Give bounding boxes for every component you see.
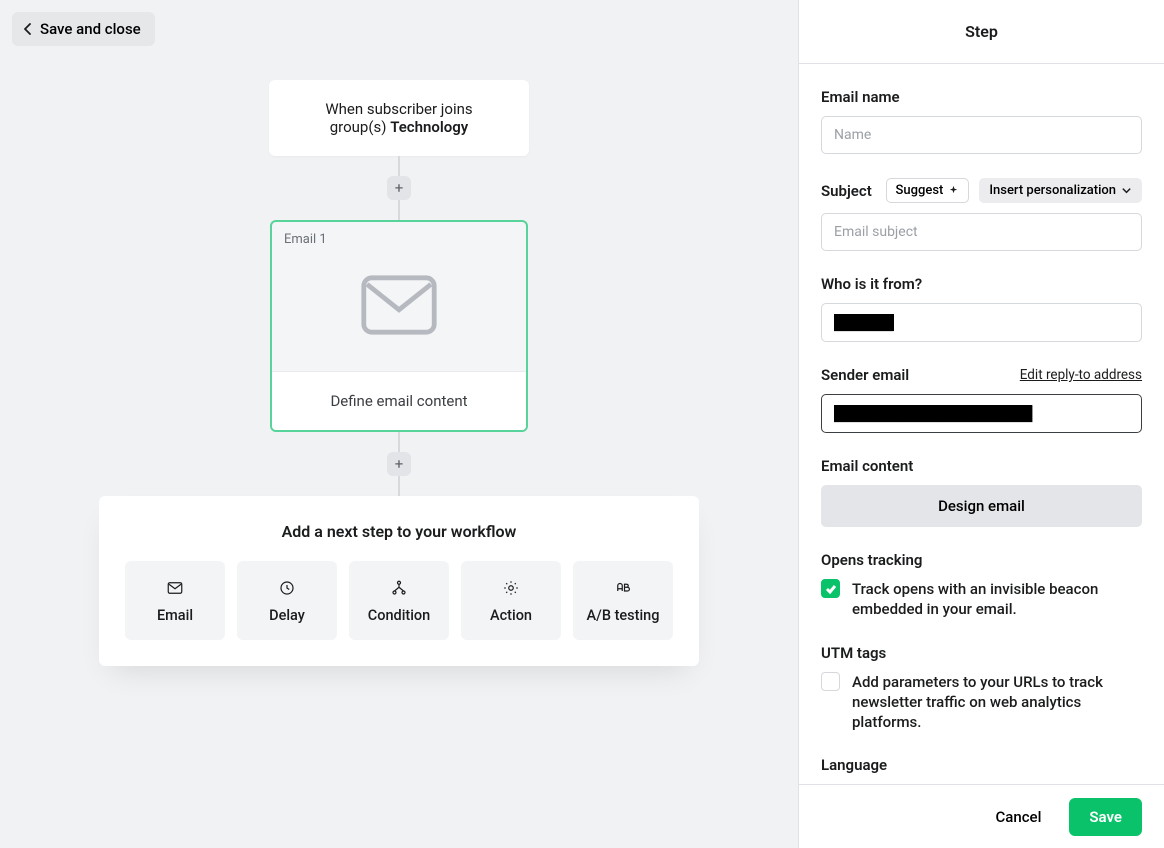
- sparkle-icon: [948, 185, 959, 196]
- option-condition[interactable]: Condition: [349, 561, 449, 640]
- sender-email-select[interactable]: ████████████████████: [821, 394, 1142, 433]
- utm-checkbox[interactable]: [821, 672, 840, 691]
- opens-tracking-label: Opens tracking: [821, 551, 1142, 569]
- option-delay[interactable]: Delay: [237, 561, 337, 640]
- sender-email-label: Sender email: [821, 366, 909, 384]
- option-action[interactable]: Action: [461, 561, 561, 640]
- option-label: Email: [157, 607, 193, 624]
- gear-icon: [502, 579, 520, 597]
- option-ab-testing[interactable]: A/B testing: [573, 561, 673, 640]
- chevron-left-icon: [22, 23, 34, 35]
- save-button[interactable]: Save: [1069, 798, 1142, 836]
- email-node[interactable]: Email 1 Define email content: [270, 220, 528, 432]
- content-label: Email content: [821, 457, 1142, 475]
- subject-input[interactable]: [821, 213, 1142, 251]
- chevron-down-icon: [1121, 185, 1132, 196]
- mail-icon: [166, 579, 184, 597]
- email-node-label: Email 1: [272, 222, 526, 247]
- clock-icon: [278, 579, 296, 597]
- workflow-canvas: Save and close When subscriber joins gro…: [0, 0, 798, 848]
- connector: [398, 432, 400, 452]
- from-value: ██████: [834, 314, 894, 331]
- next-step-picker: Add a next step to your workflow Email D…: [99, 496, 699, 666]
- trigger-group: Technology: [390, 118, 468, 136]
- utm-desc: Add parameters to your URLs to track new…: [852, 672, 1142, 733]
- email-node-footer: Define email content: [272, 371, 526, 430]
- from-label: Who is it from?: [821, 275, 1142, 293]
- opens-tracking-checkbox[interactable]: [821, 579, 840, 598]
- cancel-button[interactable]: Cancel: [989, 807, 1047, 827]
- suggest-label: Suggest: [896, 183, 944, 198]
- utm-label: UTM tags: [821, 644, 1142, 662]
- ab-icon: [614, 579, 632, 597]
- save-and-close-button[interactable]: Save and close: [12, 12, 155, 46]
- email-icon: [272, 247, 526, 371]
- trigger-node[interactable]: When subscriber joins group(s) Technolog…: [269, 80, 529, 156]
- connector: [398, 476, 400, 496]
- next-step-title: Add a next step to your workflow: [125, 522, 673, 541]
- option-label: A/B testing: [587, 607, 660, 624]
- option-label: Condition: [368, 607, 430, 624]
- back-label: Save and close: [40, 20, 141, 38]
- panel-title: Step: [799, 0, 1164, 64]
- workflow-flow: When subscriber joins group(s) Technolog…: [99, 80, 699, 666]
- insert-personalization-label: Insert personalization: [989, 183, 1116, 198]
- edit-reply-to-link[interactable]: Edit reply-to address: [1020, 367, 1142, 383]
- option-label: Delay: [269, 607, 305, 624]
- language-label: Language: [821, 756, 1142, 774]
- check-icon: [825, 583, 837, 595]
- step-panel: Step Email name Subject Suggest Insert p…: [798, 0, 1164, 848]
- design-email-button[interactable]: Design email: [821, 485, 1142, 527]
- option-email[interactable]: Email: [125, 561, 225, 640]
- option-label: Action: [490, 607, 532, 624]
- add-step-button-2[interactable]: +: [387, 452, 411, 476]
- branch-icon: [390, 579, 408, 597]
- connector: [398, 156, 400, 176]
- email-name-label: Email name: [821, 88, 1142, 106]
- opens-tracking-desc: Track opens with an invisible beacon emb…: [852, 579, 1142, 620]
- subject-label: Subject: [821, 182, 872, 200]
- sender-email-value: ████████████████████: [834, 405, 1032, 422]
- add-step-button-1[interactable]: +: [387, 176, 411, 200]
- email-name-input[interactable]: [821, 116, 1142, 154]
- from-select[interactable]: ██████: [821, 303, 1142, 342]
- insert-personalization-button[interactable]: Insert personalization: [979, 178, 1142, 203]
- connector: [398, 200, 400, 220]
- suggest-button[interactable]: Suggest: [886, 178, 970, 203]
